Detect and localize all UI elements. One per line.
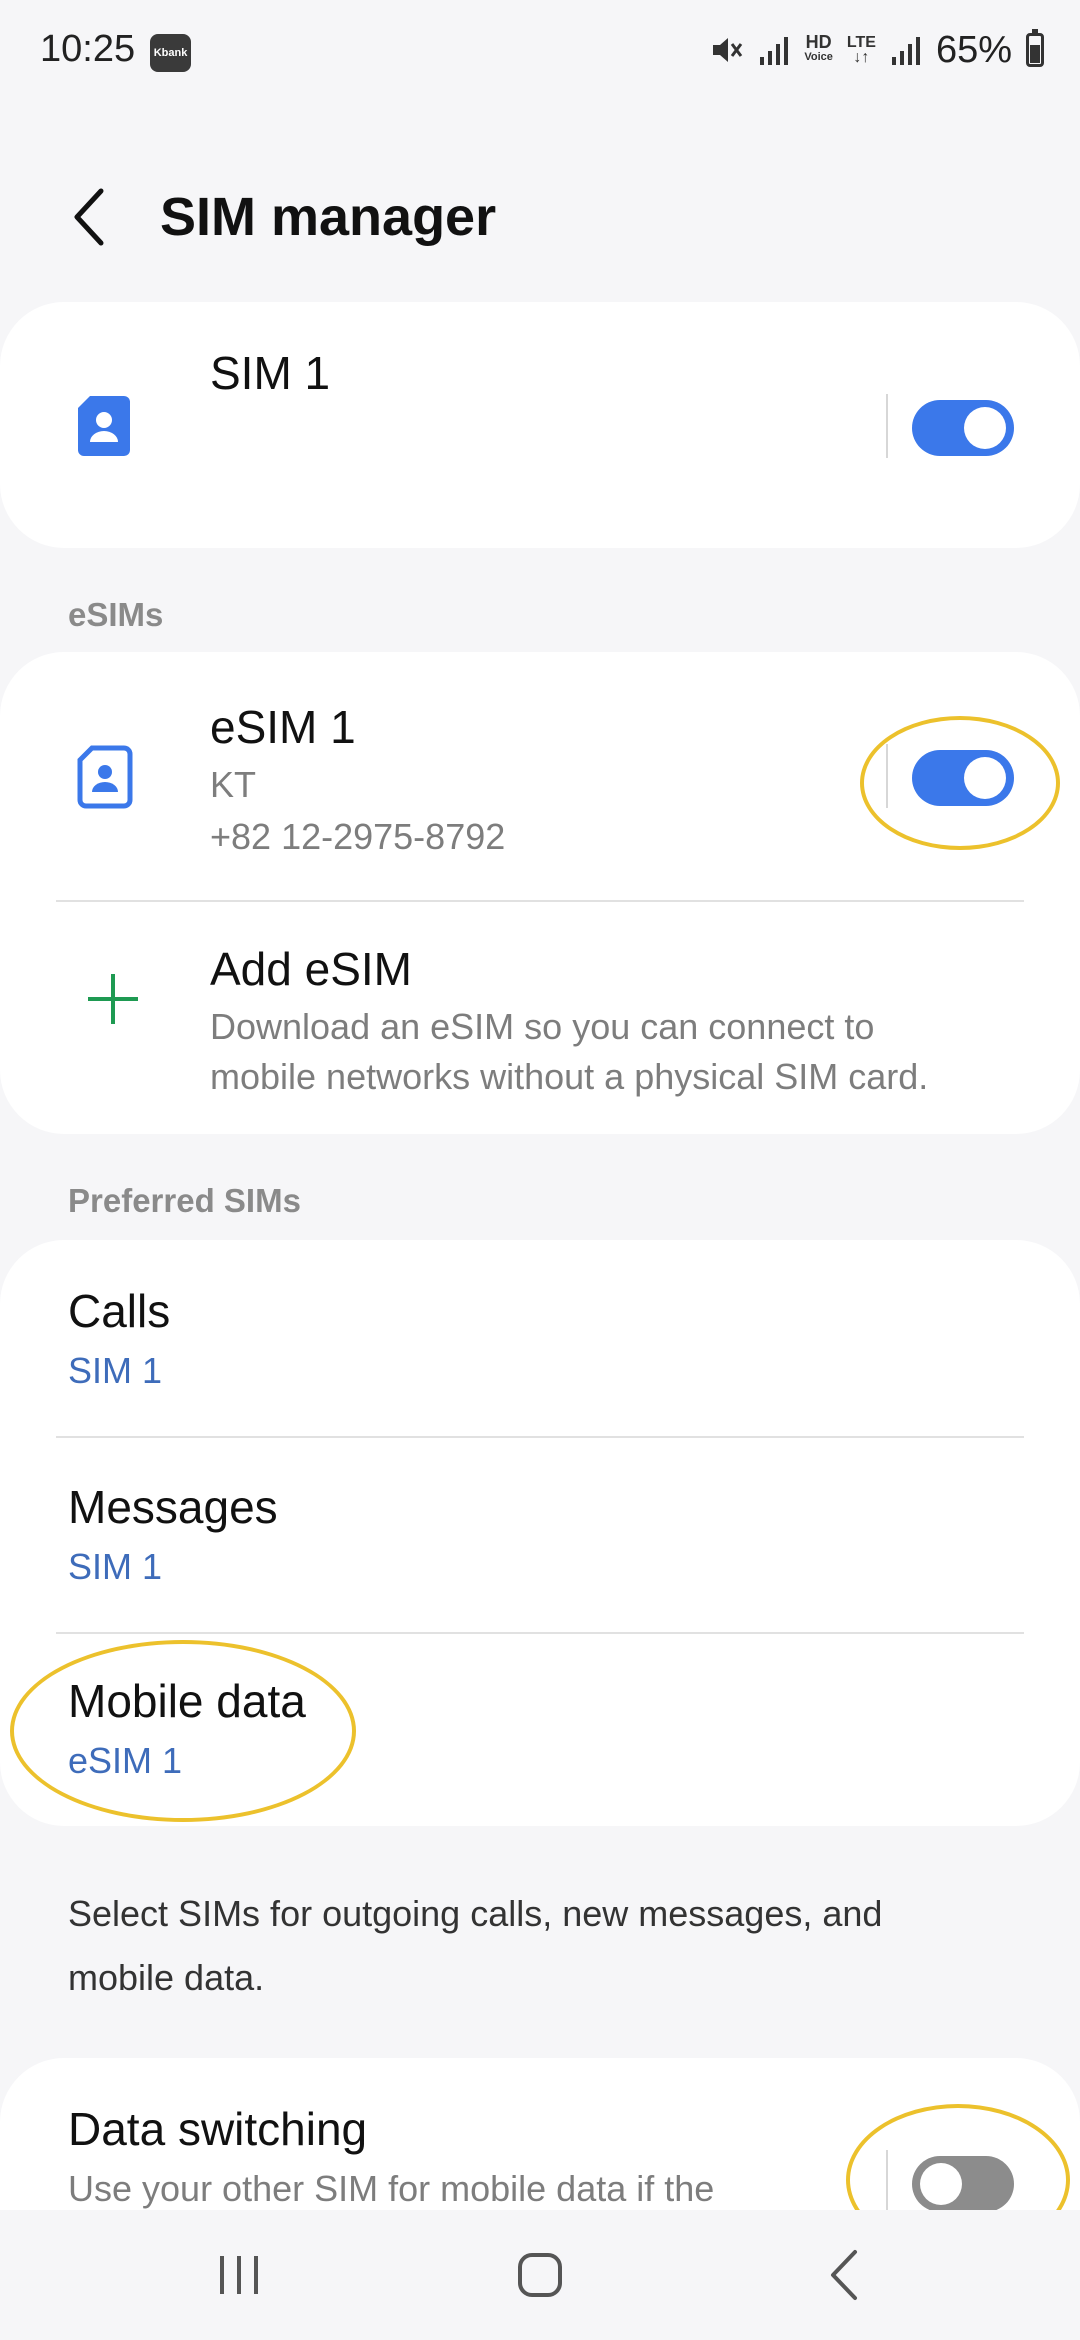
add-esim-description-2: mobile networks without a physical SIM c… bbox=[210, 1056, 929, 1097]
sim1-card: SIM 1 bbox=[0, 302, 1080, 548]
lte-indicator: LTE ↓↑ bbox=[846, 34, 876, 66]
home-icon bbox=[518, 2253, 562, 2297]
mute-icon bbox=[713, 38, 743, 62]
app-header: SIM manager bbox=[0, 160, 1080, 270]
esim1-number: +82 12-2975-8792 bbox=[210, 816, 506, 857]
chevron-left-icon bbox=[74, 188, 104, 246]
highlight-esim-toggle bbox=[860, 716, 1060, 850]
plus-icon bbox=[88, 974, 138, 1024]
back-icon bbox=[831, 2250, 857, 2300]
highlight-mobile-data bbox=[10, 1640, 356, 1822]
sim1-toggle[interactable] bbox=[912, 400, 1014, 456]
status-time: 10:25 bbox=[40, 28, 136, 70]
screen: 10:25 Kbank HD Voice LTE ↓↑ 65% SIM mana… bbox=[0, 0, 1080, 2340]
esim-card-icon bbox=[77, 745, 133, 809]
hd-voice-indicator: HD Voice bbox=[804, 32, 833, 63]
calls-title: Calls bbox=[68, 1285, 171, 1337]
sim1-separator bbox=[886, 394, 888, 458]
preferred-section-label: Preferred SIMs bbox=[68, 1182, 301, 1219]
add-esim-title: Add eSIM bbox=[210, 943, 412, 995]
recents-icon bbox=[220, 2256, 258, 2294]
messages-title: Messages bbox=[68, 1481, 278, 1533]
battery-percent: 65% bbox=[935, 28, 1012, 71]
messages-row[interactable]: Messages SIM 1 bbox=[0, 1438, 1080, 1632]
signal-icon-2 bbox=[891, 37, 920, 65]
esim1-title: eSIM 1 bbox=[210, 701, 356, 753]
status-bar: 10:25 Kbank HD Voice LTE ↓↑ 65% bbox=[0, 0, 1080, 104]
add-esim-row[interactable]: Add eSIM Download an eSIM so you can con… bbox=[0, 902, 1080, 1134]
esims-section-label: eSIMs bbox=[68, 596, 164, 633]
calls-row[interactable]: Calls SIM 1 bbox=[0, 1240, 1080, 1436]
data-switching-description: Use your other SIM for mobile data if th… bbox=[68, 2168, 715, 2209]
sim-card-icon bbox=[78, 396, 130, 456]
data-switching-title: Data switching bbox=[68, 2103, 368, 2155]
add-esim-description-1: Download an eSIM so you can connect to bbox=[210, 1006, 875, 1047]
calls-value: SIM 1 bbox=[68, 1350, 163, 1391]
signal-icon bbox=[760, 37, 789, 65]
kbank-app-icon: Kbank bbox=[150, 34, 191, 72]
battery-icon bbox=[1026, 29, 1044, 67]
recents-button[interactable] bbox=[184, 2240, 294, 2310]
preferred-sims-info: Select SIMs for outgoing calls, new mess… bbox=[68, 1893, 883, 1998]
home-button[interactable] bbox=[485, 2240, 595, 2310]
messages-value: SIM 1 bbox=[68, 1546, 163, 1587]
navigation-bar bbox=[0, 2210, 1080, 2340]
sim1-row[interactable]: SIM 1 bbox=[0, 302, 1080, 548]
status-icons: HD Voice LTE ↓↑ 65% bbox=[710, 26, 1044, 74]
page-title: SIM manager bbox=[160, 187, 497, 247]
back-button[interactable] bbox=[54, 182, 124, 252]
esim1-carrier: KT bbox=[210, 764, 257, 805]
sim1-title: SIM 1 bbox=[210, 347, 331, 399]
nav-back-button[interactable] bbox=[790, 2240, 900, 2310]
